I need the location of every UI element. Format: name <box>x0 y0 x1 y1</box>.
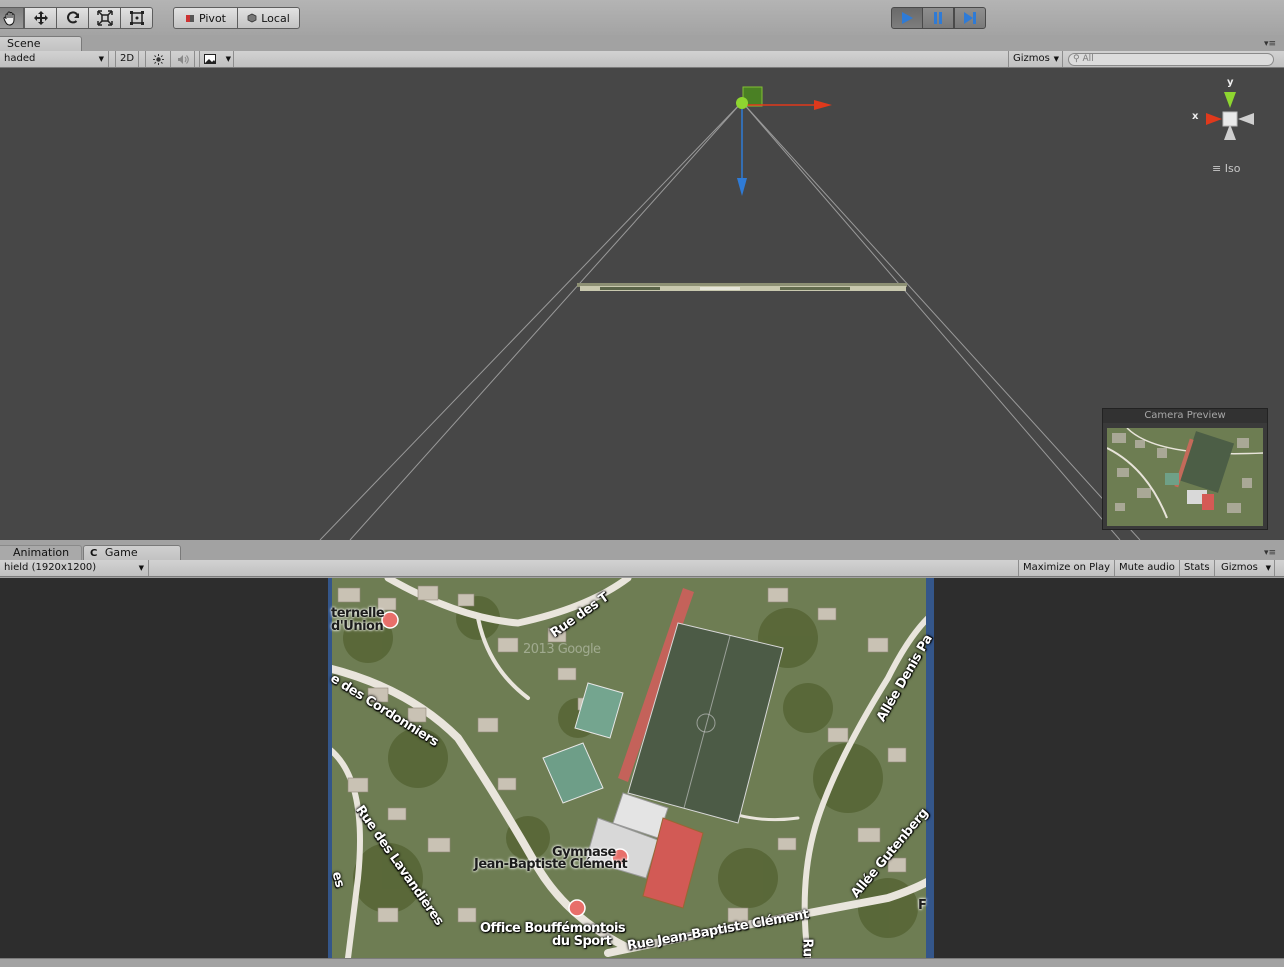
pivot-icon <box>185 15 194 22</box>
step-button[interactable] <box>954 7 986 29</box>
camera-preview-image <box>1107 428 1263 526</box>
pivot-label: Pivot <box>198 11 226 25</box>
axis-gizmo-icon <box>1206 92 1254 140</box>
mute-label: Mute audio <box>1119 562 1175 573</box>
local-cube-icon <box>247 13 257 23</box>
scene-view[interactable]: y x ≡ Iso <box>0 68 1284 540</box>
speaker-icon <box>177 55 189 64</box>
map-label-f-edge: F <box>918 898 927 913</box>
dropdown-arrow-icon: ▼ <box>1053 55 1059 63</box>
play-button[interactable] <box>891 7 923 29</box>
scene-view-toolbar: haded ▼ 2D ▼ Gizmos ▼ ⚲ All <box>0 51 1284 68</box>
pause-button[interactable] <box>922 7 954 29</box>
rect-tool-button[interactable] <box>120 7 153 29</box>
search-icon: ⚲ <box>1073 54 1080 64</box>
camera-preview-title: Camera Preview <box>1103 409 1267 423</box>
tab-menu-icon[interactable]: ▾≡ <box>1264 548 1276 558</box>
scene-tab-label: Scene <box>7 37 41 50</box>
map-label-office-2: du Sport <box>552 934 612 949</box>
2d-toggle[interactable]: 2D <box>115 51 139 67</box>
lighting-toggle[interactable] <box>145 51 171 67</box>
move-gizmo <box>736 86 832 196</box>
shading-mode-value: haded <box>4 53 36 64</box>
projection-toggle[interactable]: ≡ Iso <box>1212 162 1240 175</box>
scale-icon <box>96 10 113 26</box>
map-label-rue-right: Ru <box>799 938 815 957</box>
tab-animation[interactable]: Animation <box>0 545 82 560</box>
pivot-toggle[interactable]: Pivot <box>173 7 238 29</box>
maximize-on-play-toggle[interactable]: Maximize on Play <box>1018 560 1116 576</box>
effects-dropdown[interactable]: ▼ <box>199 51 234 67</box>
sun-icon <box>152 54 164 65</box>
play-icon <box>902 12 913 24</box>
dropdown-arrow-icon: ▼ <box>98 55 104 63</box>
scene-canvas <box>319 86 1141 540</box>
maximize-label: Maximize on Play <box>1023 562 1111 573</box>
scale-tool-button[interactable] <box>88 7 121 29</box>
bottom-tabstrip: Animation C Game ▾≡ <box>0 544 1284 560</box>
projection-label: Iso <box>1224 162 1241 175</box>
scene-gizmos-dropdown[interactable]: Gizmos ▼ <box>1008 51 1063 67</box>
stats-label: Stats <box>1184 562 1210 573</box>
dropdown-arrow-icon: ▼ <box>138 564 144 572</box>
axis-x-label: x <box>1192 111 1199 122</box>
main-toolbar: Pivot Local <box>0 0 1284 36</box>
hamburger-icon: ≡ <box>1212 162 1222 175</box>
game-view[interactable]: ternelle d'Union Rue des T 2013 Google e… <box>0 578 1284 958</box>
step-forward-icon <box>964 12 976 24</box>
move-arrows-icon <box>33 11 48 25</box>
scene-search-input[interactable]: ⚲ All <box>1068 53 1274 66</box>
stats-toggle[interactable]: Stats <box>1180 560 1215 576</box>
mute-audio-toggle[interactable]: Mute audio <box>1115 560 1180 576</box>
shading-mode-dropdown[interactable]: haded ▼ <box>0 51 109 67</box>
game-gizmos-label: Gizmos <box>1221 562 1258 573</box>
tab-scene[interactable]: Scene <box>0 36 82 51</box>
audio-toggle[interactable] <box>171 51 195 67</box>
axis-y-label: y <box>1227 77 1234 88</box>
game-tab-label: Game <box>104 546 138 559</box>
resolution-value: hield (1920x1200) <box>4 562 97 573</box>
pause-icon <box>934 12 942 24</box>
tab-menu-icon[interactable]: ▾≡ <box>1264 39 1276 49</box>
orientation-gizmo[interactable]: y x ≡ Iso <box>1190 76 1270 176</box>
2d-label: 2D <box>120 53 135 64</box>
status-bar <box>0 958 1284 967</box>
game-gizmos-dropdown[interactable]: Gizmos ▼ <box>1217 560 1275 576</box>
scene-gizmos-label: Gizmos <box>1013 53 1050 64</box>
rotate-tool-button[interactable] <box>56 7 89 29</box>
resolution-dropdown[interactable]: hield (1920x1200) ▼ <box>0 560 149 576</box>
dropdown-arrow-icon: ▼ <box>225 55 231 63</box>
scene-search-placeholder: All <box>1082 54 1094 64</box>
camera-frustum <box>319 101 1141 540</box>
animation-tab-label: Animation <box>13 546 70 559</box>
hand-icon <box>3 11 15 26</box>
scene-tabstrip: Scene ▾≡ <box>0 35 1284 51</box>
local-toggle[interactable]: Local <box>237 7 300 29</box>
pacman-icon: C <box>90 548 98 559</box>
map-label-fraternelle-2: d'Union <box>331 619 384 634</box>
hand-tool-button[interactable] <box>0 7 24 29</box>
image-effects-icon <box>204 54 216 64</box>
move-tool-button[interactable] <box>24 7 57 29</box>
local-label: Local <box>261 11 290 25</box>
tab-game[interactable]: C Game <box>83 545 181 560</box>
camera-preview-panel: Camera Preview <box>1102 408 1268 530</box>
rect-transform-icon <box>129 11 144 25</box>
map-watermark: 2013 Google <box>523 642 601 657</box>
preview-map-thumbnail <box>1107 428 1263 526</box>
game-view-toolbar: hield (1920x1200) ▼ Maximize on Play Mut… <box>0 560 1284 577</box>
dropdown-arrow-icon: ▼ <box>1265 564 1271 572</box>
satellite-map-render: ternelle d'Union Rue des T 2013 Google e… <box>328 578 934 958</box>
rotate-icon <box>66 11 79 24</box>
map-label-gymnase-2: Jean-Baptiste Clément <box>474 857 628 872</box>
map-plane-edge <box>577 283 907 291</box>
